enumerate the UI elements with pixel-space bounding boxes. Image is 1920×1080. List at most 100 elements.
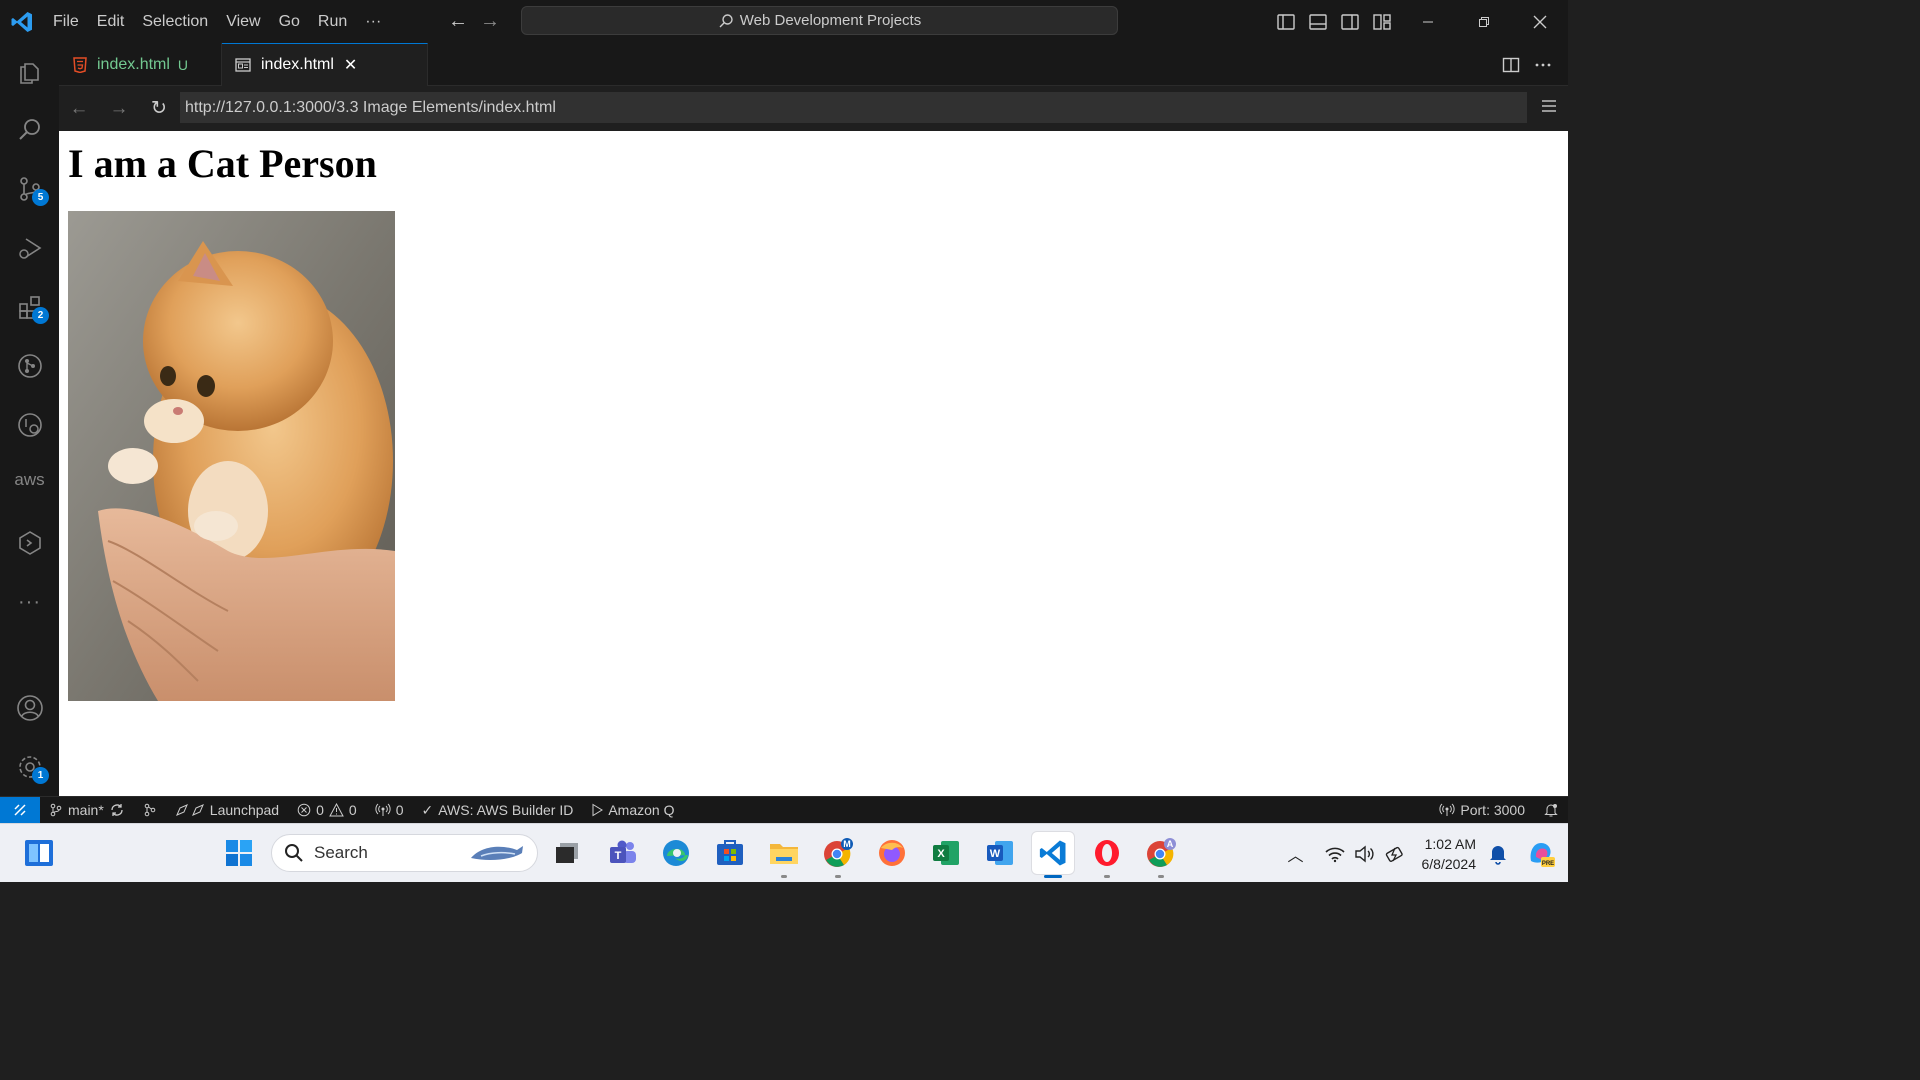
tab-index-html-source[interactable]: index.html U <box>59 43 222 86</box>
broadcast-icon <box>1439 803 1455 816</box>
warning-count: 0 <box>348 802 357 818</box>
settings-gear-icon[interactable]: 1 <box>0 743 59 791</box>
forwarded-ports-status[interactable]: 0 <box>366 797 413 823</box>
opera-icon[interactable] <box>1086 832 1128 878</box>
simple-browser-toolbar: ← → ↻ http://127.0.0.1:3000/3.3 Image El… <box>59 86 1568 131</box>
firefox-icon[interactable] <box>871 832 913 874</box>
toggle-primary-sidebar-icon[interactable] <box>1276 12 1296 32</box>
menu-more[interactable]: ··· <box>356 0 390 43</box>
taskbar-search-box[interactable]: Search <box>271 834 538 872</box>
launchpad-status[interactable]: Launchpad <box>166 797 288 823</box>
branch-status[interactable]: main* <box>40 797 134 823</box>
accounts-icon[interactable] <box>0 684 59 732</box>
source-control-icon[interactable]: 5 <box>0 165 59 213</box>
svg-text:X: X <box>937 848 945 860</box>
chrome-profile-a-icon[interactable]: A <box>1140 832 1182 878</box>
notifications-status[interactable] <box>1534 797 1568 823</box>
status-bar-right: Port: 3000 <box>1430 797 1568 823</box>
split-editor-icon[interactable] <box>1502 56 1520 74</box>
url-bar[interactable]: http://127.0.0.1:3000/3.3 Image Elements… <box>180 92 1527 123</box>
show-hidden-icons-chevron-icon[interactable]: ︿ <box>1287 842 1303 866</box>
edge-icon[interactable] <box>655 832 697 874</box>
teams-icon[interactable]: T <box>602 832 644 874</box>
widgets-icon[interactable] <box>18 832 60 874</box>
editor-actions <box>1502 43 1552 86</box>
menu-view[interactable]: View <box>217 0 269 43</box>
customize-layout-icon[interactable] <box>1372 12 1392 32</box>
menu-selection[interactable]: Selection <box>133 0 217 43</box>
restore-icon[interactable] <box>1456 0 1512 43</box>
problems-status[interactable]: 0 0 <box>288 797 366 823</box>
close-tab-icon[interactable]: ✕ <box>344 55 357 75</box>
search-highlight-dolphin-icon <box>471 846 523 861</box>
menu-edit[interactable]: Edit <box>88 0 134 43</box>
layout-controls <box>1276 0 1392 43</box>
extensions-badge: 2 <box>32 307 49 324</box>
extensions-icon[interactable]: 2 <box>0 283 59 331</box>
editor-tab-bar: index.html U index.html ✕ <box>59 43 1568 86</box>
github-actions-icon[interactable] <box>0 401 59 449</box>
start-menu-icon[interactable] <box>218 832 260 874</box>
search-icon <box>719 13 733 27</box>
command-center[interactable]: Web Development Projects <box>521 6 1118 35</box>
amazon-q-label: Amazon Q <box>608 802 675 818</box>
menu-file[interactable]: File <box>44 0 88 43</box>
battery-charging-icon[interactable] <box>1384 845 1406 863</box>
word-icon[interactable]: W <box>979 832 1021 874</box>
browser-menu-icon[interactable] <box>1540 97 1558 115</box>
svg-text:PRE: PRE <box>1542 861 1554 867</box>
rocket-icon <box>175 804 204 816</box>
toggle-panel-icon[interactable] <box>1308 12 1328 32</box>
git-graph-icon[interactable] <box>0 342 59 390</box>
browser-back-icon[interactable]: ← <box>59 98 99 120</box>
tab-label: index.html <box>261 56 334 73</box>
aws-toolkit-icon[interactable]: aws <box>0 456 59 504</box>
running-indicator <box>1104 875 1110 878</box>
search-icon <box>285 844 303 862</box>
sync-icon[interactable] <box>109 802 125 818</box>
kubernetes-icon[interactable] <box>0 519 59 567</box>
vscode-taskbar-icon[interactable] <box>1032 832 1074 878</box>
amazon-q-status[interactable]: Amazon Q <box>582 797 683 823</box>
forward-arrow-icon[interactable]: → <box>480 10 500 33</box>
chrome-profile-m-icon[interactable]: M <box>817 832 859 878</box>
more-views-icon[interactable]: ··· <box>0 578 59 626</box>
search-placeholder: Search <box>314 843 368 862</box>
tab-index-html-preview[interactable]: index.html ✕ <box>222 43 428 86</box>
menu-go[interactable]: Go <box>270 0 309 43</box>
wifi-icon[interactable] <box>1324 845 1346 863</box>
tab-label: index.html <box>97 55 170 73</box>
git-graph-status[interactable] <box>134 797 166 823</box>
more-actions-icon[interactable] <box>1534 56 1552 74</box>
microsoft-store-icon[interactable] <box>709 832 751 874</box>
remote-indicator-icon[interactable] <box>0 797 40 823</box>
minimize-icon[interactable] <box>1400 0 1456 43</box>
warning-icon <box>329 803 344 817</box>
run-debug-icon[interactable] <box>0 224 59 272</box>
settings-badge: 1 <box>32 767 49 784</box>
clock-time: 1:02 AM <box>1424 835 1476 852</box>
live-server-port-status[interactable]: Port: 3000 <box>1430 797 1534 823</box>
copilot-preview-icon[interactable]: PRE <box>1526 839 1556 869</box>
notification-bell-icon[interactable] <box>1488 843 1508 865</box>
reload-icon[interactable]: ↻ <box>139 97 179 120</box>
volume-icon[interactable] <box>1354 845 1376 863</box>
file-explorer-icon[interactable] <box>763 832 805 878</box>
window-controls <box>1400 0 1568 43</box>
explorer-icon[interactable] <box>0 48 59 96</box>
error-icon <box>297 803 311 817</box>
menu-run[interactable]: Run <box>309 0 356 43</box>
task-view-icon[interactable] <box>546 832 588 874</box>
system-clock[interactable]: 1:02 AM 6/8/2024 <box>1422 834 1477 874</box>
windows-taskbar: Search T M X W A ︿ 1:02 AM 6/8/2024 PRE <box>0 823 1568 882</box>
browser-forward-icon[interactable]: → <box>99 98 139 120</box>
svg-text:T: T <box>615 850 622 862</box>
close-window-icon[interactable] <box>1512 0 1568 43</box>
excel-icon[interactable]: X <box>925 832 967 874</box>
active-app-indicator <box>1044 875 1062 878</box>
aws-status[interactable]: ✓ AWS: AWS Builder ID <box>412 797 582 823</box>
title-bar: File Edit Selection View Go Run ··· ← → … <box>0 0 1568 43</box>
search-view-icon[interactable] <box>0 106 59 154</box>
back-arrow-icon[interactable]: ← <box>448 10 468 33</box>
toggle-secondary-sidebar-icon[interactable] <box>1340 12 1360 32</box>
